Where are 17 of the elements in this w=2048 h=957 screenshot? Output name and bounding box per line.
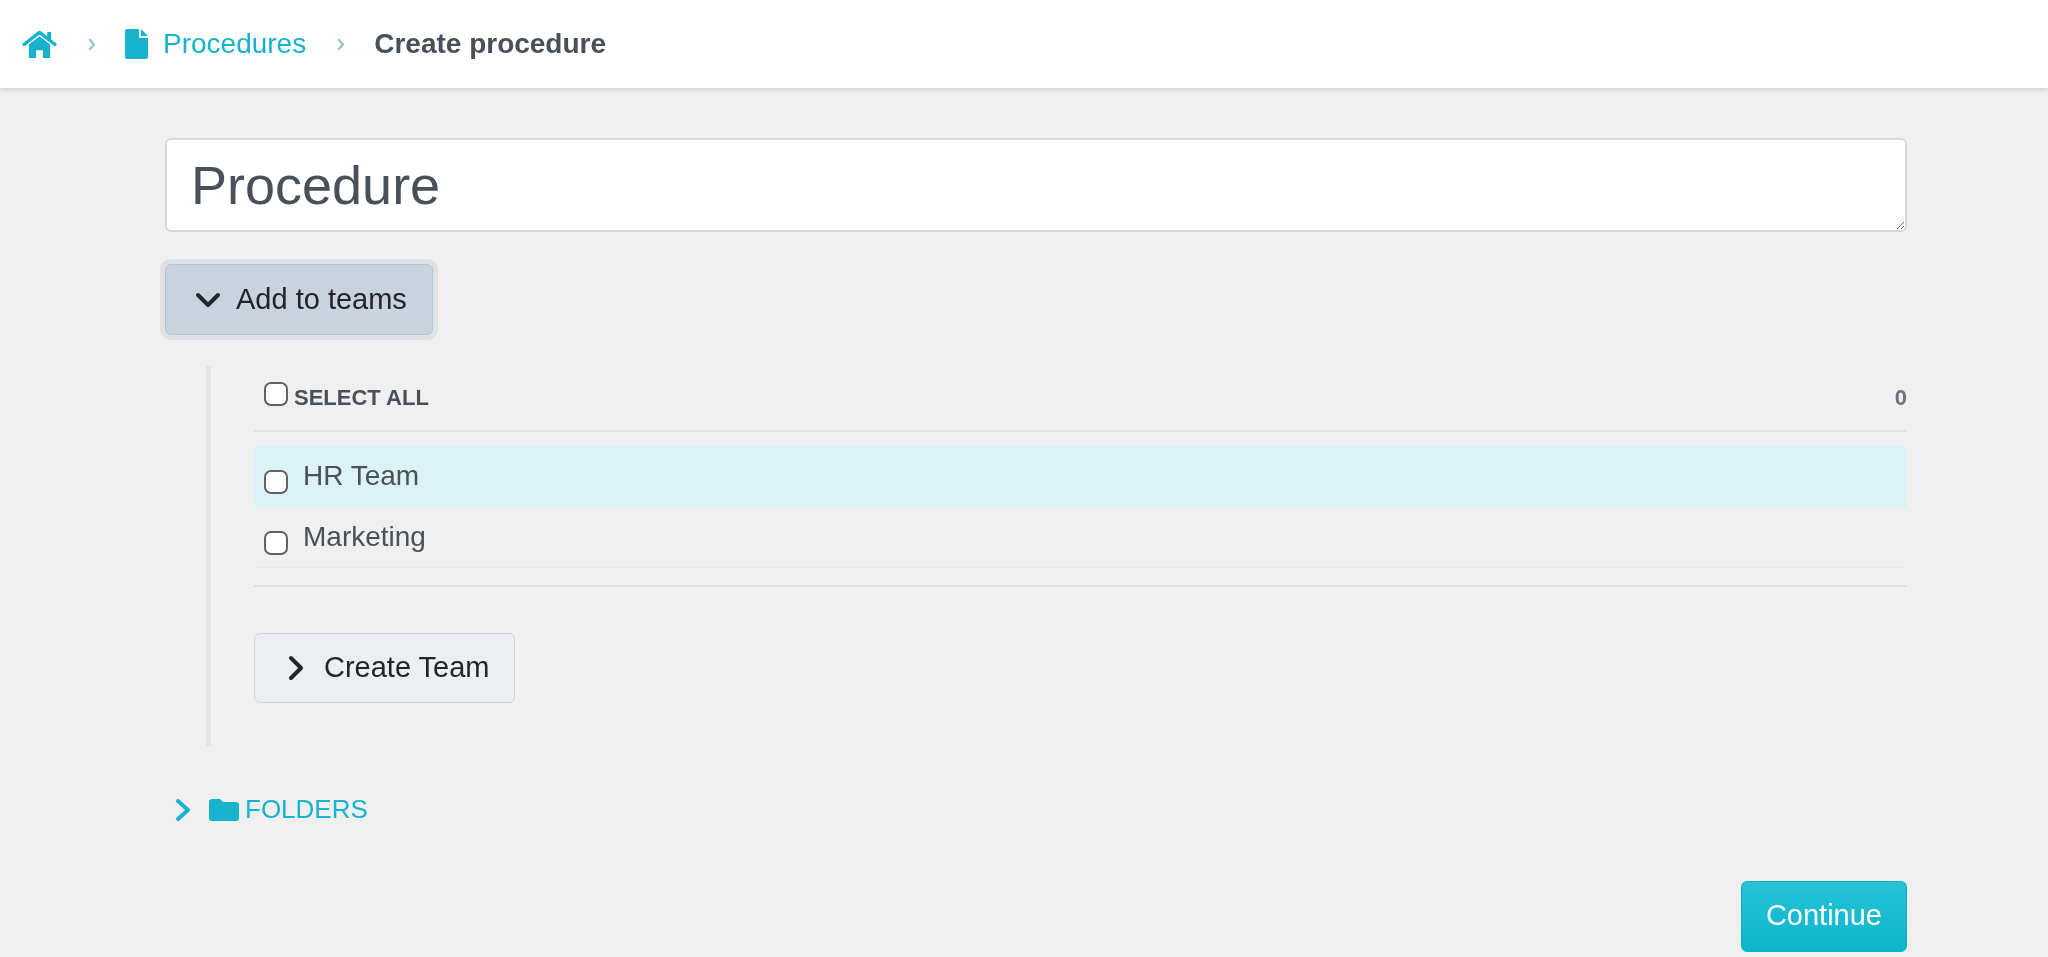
team-row[interactable]: Marketing	[254, 507, 1907, 568]
folder-icon	[209, 798, 239, 821]
current-page-title: Create procedure	[374, 27, 607, 61]
team-name: Marketing	[303, 520, 426, 554]
chevron-icon	[87, 36, 97, 52]
title-field[interactable]: Procedure	[165, 138, 1907, 232]
select-all-label: SELECT ALL	[294, 384, 429, 412]
home-icon	[22, 30, 57, 58]
selected-count: 0	[1894, 384, 1907, 412]
file-icon	[125, 29, 148, 59]
team-row[interactable]: HR Team	[254, 446, 1907, 507]
team-checkbox[interactable]	[264, 470, 288, 494]
select-all-checkbox[interactable]	[264, 382, 288, 406]
chevron-icon	[336, 36, 347, 52]
team-checkbox[interactable]	[264, 531, 288, 555]
create-team-button[interactable]: Create Team	[254, 633, 515, 703]
team-name: HR Team	[303, 459, 420, 493]
